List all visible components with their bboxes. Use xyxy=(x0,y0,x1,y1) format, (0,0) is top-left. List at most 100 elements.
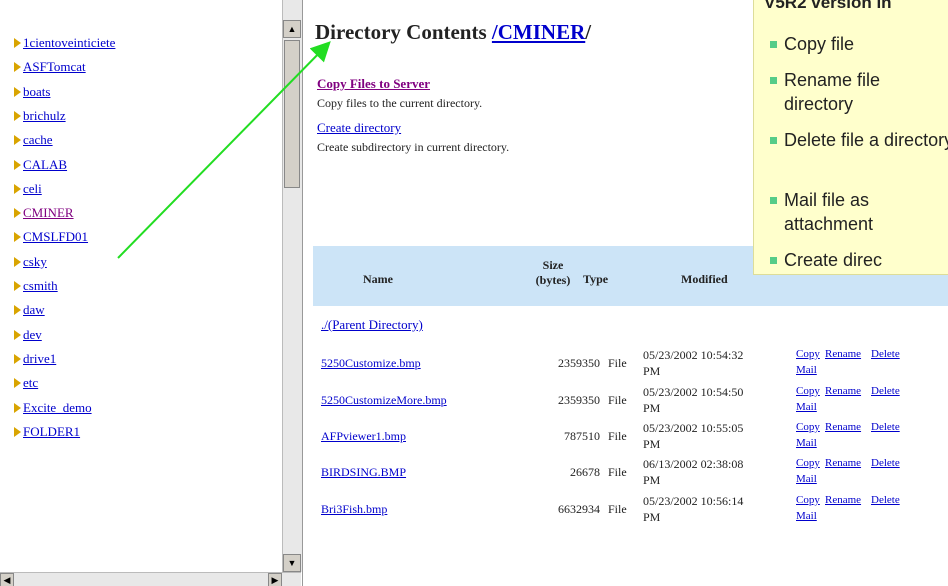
bullet-square-icon xyxy=(770,257,777,264)
scroll-down-button[interactable]: ▼ xyxy=(283,554,301,572)
folder-arrow-icon xyxy=(14,135,21,146)
file-name-link[interactable]: BIRDSING.BMP xyxy=(321,465,406,480)
tree-item[interactable]: CMINER xyxy=(14,201,74,225)
tree-item-label[interactable]: 1cientoveinticiete xyxy=(23,35,115,51)
tree-item-label[interactable]: celi xyxy=(23,181,42,197)
tree-item-label[interactable]: CMINER xyxy=(23,205,74,221)
rename-action-link[interactable]: Rename xyxy=(825,457,861,469)
folder-arrow-icon xyxy=(14,86,21,97)
copy-action-link[interactable]: Copy xyxy=(796,494,820,506)
parent-directory-link[interactable]: ./(Parent Directory) xyxy=(321,317,423,333)
copy-action-link[interactable]: Copy xyxy=(796,348,820,360)
delete-action-link[interactable]: Delete xyxy=(871,348,900,360)
tree-item[interactable]: boats xyxy=(14,80,50,104)
file-modified-date: 06/13/2002 02:38:08 xyxy=(643,457,744,471)
tree-item[interactable]: brichulz xyxy=(14,104,66,128)
header-type: Type xyxy=(583,272,609,286)
tree-item[interactable]: csmith xyxy=(14,274,58,298)
tree-item[interactable]: csky xyxy=(14,250,47,274)
tree-item-label[interactable]: FOLDER1 xyxy=(23,424,80,440)
tree-vertical-scrollbar[interactable]: ▲ ▼ xyxy=(282,0,302,572)
tree-item[interactable]: Excite_demo xyxy=(14,396,92,420)
scroll-up-button[interactable]: ▲ xyxy=(283,20,301,38)
tree-item-label[interactable]: CMSLFD01 xyxy=(23,229,88,245)
tree-item-label[interactable]: csky xyxy=(23,254,47,270)
tree-item-label[interactable]: dev xyxy=(23,327,42,343)
copy-files-description: Copy files to the current directory. xyxy=(317,96,483,110)
scroll-right-button[interactable]: ▶ xyxy=(268,573,282,586)
file-modified-date: 05/23/2002 10:54:32 xyxy=(643,348,744,362)
bullet-square-icon xyxy=(770,77,777,84)
folder-arrow-icon xyxy=(14,62,21,73)
tree-item[interactable]: dev xyxy=(14,323,42,347)
scroll-thumb[interactable] xyxy=(284,40,300,188)
tree-item[interactable]: CALAB xyxy=(14,153,67,177)
file-name-link[interactable]: 5250Customize.bmp xyxy=(321,356,421,371)
tree-item[interactable]: CMSLFD01 xyxy=(14,225,88,249)
tree-item-label[interactable]: daw xyxy=(23,302,45,318)
file-type: File xyxy=(608,356,627,370)
delete-action-link[interactable]: Delete xyxy=(871,385,900,397)
copy-files-to-server-link[interactable]: Copy Files to Server xyxy=(317,76,430,92)
tree-item[interactable]: etc xyxy=(14,371,38,395)
file-name-link[interactable]: 5250CustomizeMore.bmp xyxy=(321,393,447,408)
tree-item-label[interactable]: Excite_demo xyxy=(23,400,92,416)
folder-arrow-icon xyxy=(14,426,21,437)
folder-arrow-icon xyxy=(14,378,21,389)
file-type: File xyxy=(608,429,627,443)
tree-item[interactable]: FOLDER1 xyxy=(14,420,80,444)
rename-action-link[interactable]: Rename xyxy=(825,421,861,433)
header-modified: Modified xyxy=(681,272,728,286)
file-size: 787510 xyxy=(564,429,600,443)
tree-item-label[interactable]: drive1 xyxy=(23,351,56,367)
tree-item[interactable]: cache xyxy=(14,128,53,152)
tree-item-label[interactable]: ASFTomcat xyxy=(23,59,86,75)
scroll-left-button[interactable]: ◀ xyxy=(0,573,14,586)
file-size: 6632934 xyxy=(558,502,600,516)
current-directory-link[interactable]: /CMINER xyxy=(492,20,585,44)
mail-action-link[interactable]: Mail xyxy=(796,437,817,449)
tree-item-label[interactable]: boats xyxy=(23,84,50,100)
file-name-link[interactable]: AFPviewer1.bmp xyxy=(321,429,406,444)
tree-item-label[interactable]: etc xyxy=(23,375,38,391)
mail-action-link[interactable]: Mail xyxy=(796,401,817,413)
tree-item-label[interactable]: brichulz xyxy=(23,108,66,124)
folder-arrow-icon xyxy=(14,256,21,267)
title-prefix: Directory Contents xyxy=(315,20,492,44)
rename-action-link[interactable]: Rename xyxy=(825,494,861,506)
file-modified-ampm: PM xyxy=(643,437,661,451)
folder-arrow-icon xyxy=(14,353,21,364)
bullet-square-icon xyxy=(770,137,777,144)
file-name-link[interactable]: Bri3Fish.bmp xyxy=(321,502,387,517)
tree-item-label[interactable]: cache xyxy=(23,132,53,148)
callout-item: Mail file as attachment xyxy=(770,188,948,236)
callout-item-text: Create direc xyxy=(784,250,883,270)
mail-action-link[interactable]: Mail xyxy=(796,364,817,376)
delete-action-link[interactable]: Delete xyxy=(871,457,900,469)
rename-action-link[interactable]: Rename xyxy=(825,385,861,397)
copy-action-link[interactable]: Copy xyxy=(796,421,820,433)
delete-action-link[interactable]: Delete xyxy=(871,421,900,433)
tree-item[interactable]: daw xyxy=(14,298,45,322)
create-directory-link[interactable]: Create directory xyxy=(317,120,401,136)
mail-action-link[interactable]: Mail xyxy=(796,510,817,522)
create-directory-description: Create subdirectory in current directory… xyxy=(317,140,510,154)
tree-item[interactable]: drive1 xyxy=(14,347,56,371)
file-modified-date: 05/23/2002 10:54:50 xyxy=(643,385,744,399)
callout-item-text: Rename file directory xyxy=(784,70,881,114)
tree-item[interactable]: 1cientoveinticiete xyxy=(14,31,115,55)
tree-item[interactable]: ASFTomcat xyxy=(14,55,86,79)
mail-action-link[interactable]: Mail xyxy=(796,473,817,485)
copy-action-link[interactable]: Copy xyxy=(796,385,820,397)
tree-item-label[interactable]: CALAB xyxy=(23,157,67,173)
delete-action-link[interactable]: Delete xyxy=(871,494,900,506)
copy-action-link[interactable]: Copy xyxy=(796,457,820,469)
rename-action-link[interactable]: Rename xyxy=(825,348,861,360)
tree-item[interactable]: celi xyxy=(14,177,42,201)
tree-horizontal-scrollbar[interactable]: ◀ ▶ xyxy=(0,572,301,586)
callout-item: Delete file a directory xyxy=(770,128,948,152)
file-size: 26678 xyxy=(570,465,600,479)
tree-item-label[interactable]: csmith xyxy=(23,278,58,294)
folder-arrow-icon xyxy=(14,183,21,194)
file-size: 2359350 xyxy=(558,356,600,370)
